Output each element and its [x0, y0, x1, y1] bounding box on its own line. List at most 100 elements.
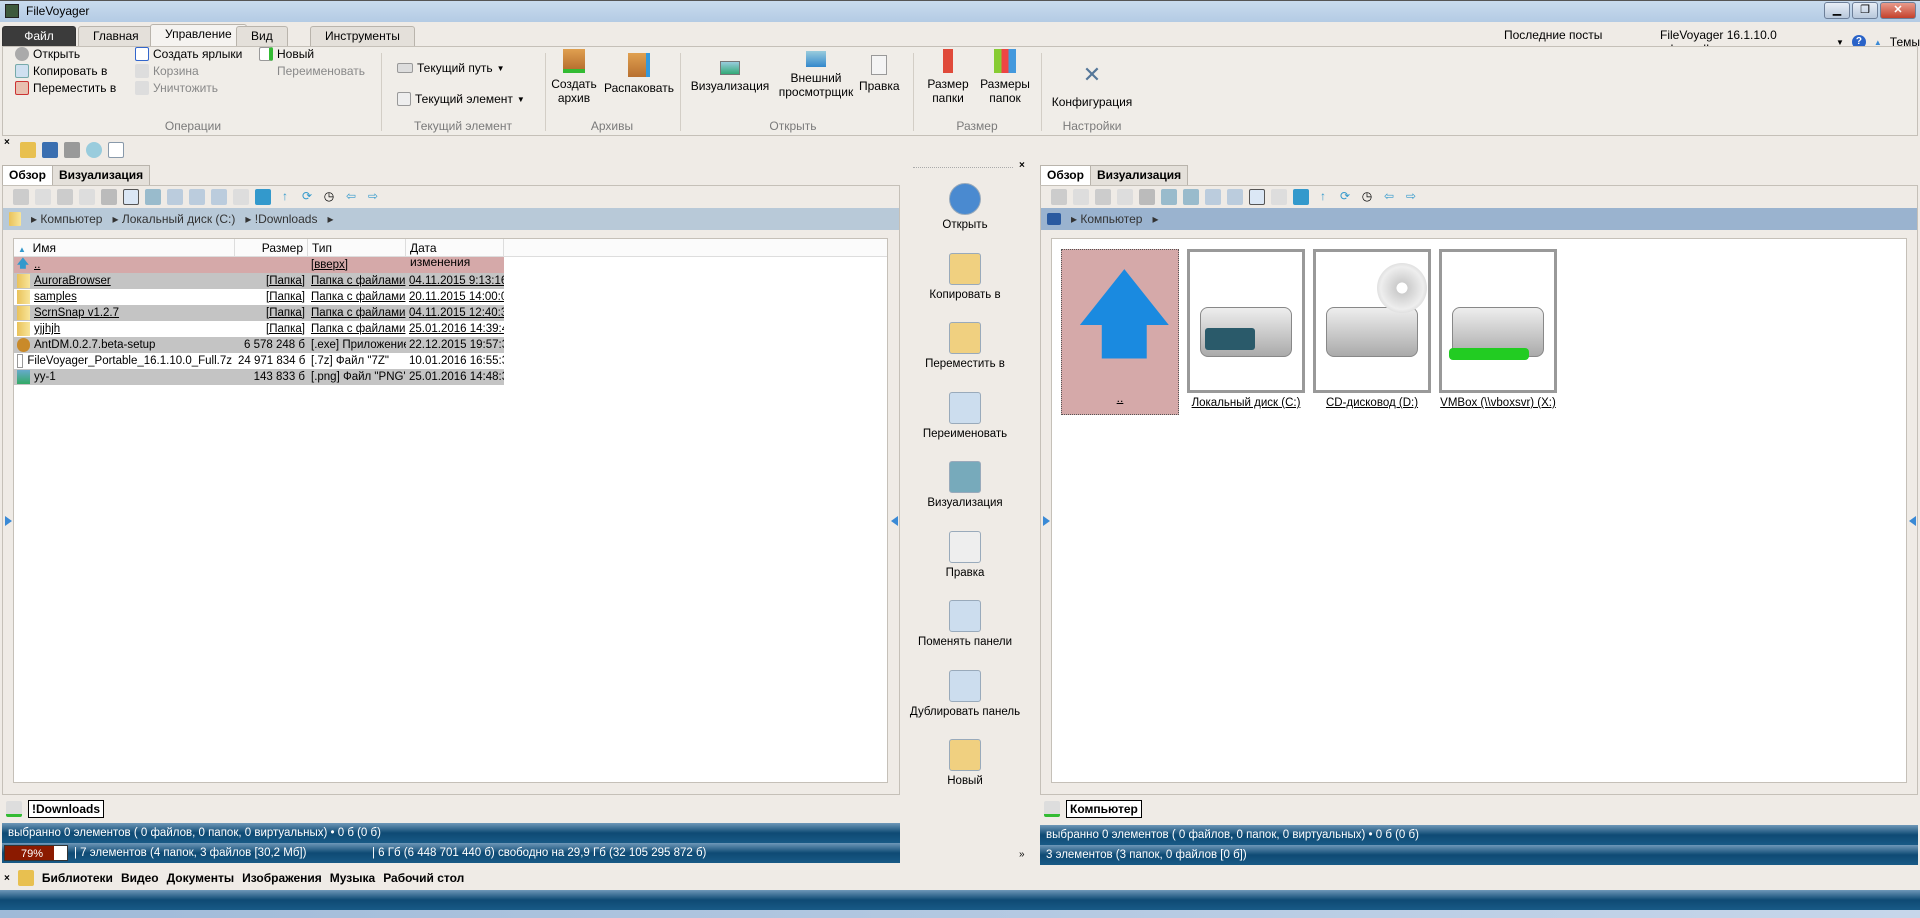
current-path-dropdown[interactable]: Текущий путь ▼ — [397, 61, 505, 75]
external-viewer-button[interactable]: Внешний просмотрщик — [775, 51, 857, 99]
column-date[interactable]: Дата изменения — [406, 239, 504, 269]
column-size[interactable]: Размер — [235, 239, 308, 256]
command-gears[interactable]: Открыть — [905, 183, 1025, 231]
breadcrumb-item[interactable]: ▸ !Downloads — [245, 212, 317, 226]
current-element-dropdown[interactable]: Текущий элемент ▼ — [397, 92, 525, 106]
medium-icons-view-icon[interactable] — [189, 189, 205, 205]
folder-size-button[interactable]: Размер папки — [923, 49, 973, 105]
restore-button[interactable]: ❐ — [1852, 2, 1878, 19]
large-icons-view-icon[interactable] — [211, 189, 227, 205]
destroy-button[interactable]: Уничтожить — [135, 81, 218, 95]
link-3[interactable]: Изображения — [242, 871, 322, 885]
move-to-button[interactable]: Переместить в — [15, 81, 116, 95]
tab-view[interactable]: Вид — [236, 26, 288, 46]
command-move-to[interactable]: Переместить в — [905, 322, 1025, 370]
paste-shortcut-icon[interactable] — [1117, 189, 1133, 205]
table-row[interactable]: FileVoyager_Portable_16.1.10.0_Full.7z 2… — [14, 353, 504, 369]
table-row[interactable]: samples [Папка] Папка с файлами 20.11.20… — [14, 289, 504, 305]
new-tab-icon[interactable] — [6, 801, 22, 817]
command-copy-to[interactable]: Копировать в — [905, 252, 1025, 301]
network-icon[interactable] — [86, 142, 102, 158]
refresh-icon[interactable]: ⟳ — [1337, 189, 1353, 205]
tab-tools[interactable]: Инструменты — [310, 26, 415, 46]
edit-button[interactable]: Правка — [859, 55, 900, 93]
link-5[interactable]: Рабочий стол — [383, 871, 464, 885]
breadcrumb-item[interactable]: ▸ Компьютер — [1071, 212, 1142, 226]
drive-tile[interactable]: VMBox (\\vboxsvr) (X:) — [1439, 249, 1581, 419]
tab-downloads[interactable]: !Downloads — [28, 800, 104, 818]
tab-overview[interactable]: Обзор — [1040, 165, 1091, 185]
close-icon[interactable]: × — [4, 873, 10, 884]
command-visualize[interactable]: Визуализация — [905, 461, 1025, 509]
command-duplicate-panel[interactable]: Дублировать панель — [905, 669, 1025, 718]
rename-button[interactable]: Переименовать — [259, 64, 365, 78]
configuration-button[interactable]: ✕ Конфигурация — [1047, 63, 1137, 110]
create-shortcuts-button[interactable]: Создать ярлыки — [135, 47, 242, 61]
breadcrumb-chevron-icon[interactable]: ▸ — [1152, 212, 1158, 226]
link-4[interactable]: Музыка — [330, 871, 375, 885]
drive-tile[interactable]: 🡅 .. — [1061, 249, 1203, 419]
list-view-icon[interactable] — [1183, 189, 1199, 205]
column-name[interactable]: ▲ Имя — [14, 239, 235, 256]
tab-visualization[interactable]: Визуализация — [1090, 165, 1189, 185]
details-view-icon[interactable] — [1161, 189, 1177, 205]
trash-button[interactable]: Корзина — [135, 64, 199, 78]
refresh-icon[interactable]: ⟳ — [299, 189, 315, 205]
details-view-icon[interactable] — [123, 189, 139, 205]
close-toolbar-icon[interactable]: × — [4, 137, 10, 148]
paste-icon[interactable] — [1095, 189, 1111, 205]
table-row[interactable]: 🡅.. [вверх] — [14, 257, 504, 273]
up-icon[interactable]: ↑ — [1315, 189, 1331, 205]
small-icons-view-icon[interactable] — [1205, 189, 1221, 205]
link-0[interactable]: Библиотеки — [42, 871, 113, 885]
table-row[interactable]: yjjhjh [Папка] Папка с файлами 25.01.201… — [14, 321, 504, 337]
expand-left-icon[interactable] — [1043, 516, 1050, 526]
link-1[interactable]: Видео — [121, 871, 159, 885]
drive-icon[interactable] — [64, 142, 80, 158]
expand-left-icon[interactable] — [5, 516, 12, 526]
breadcrumb-chevron-icon[interactable]: ▸ — [327, 212, 333, 226]
paste-shortcut-icon[interactable] — [79, 189, 95, 205]
link-2[interactable]: Документы — [167, 871, 234, 885]
extract-button[interactable]: Распаковать — [601, 53, 677, 95]
tab-manage[interactable]: Управление — [150, 24, 247, 46]
up-icon[interactable]: ↑ — [277, 189, 293, 205]
create-archive-button[interactable]: Создать архив — [551, 49, 597, 105]
command-rename[interactable]: Переименовать — [905, 391, 1025, 440]
command-swap-panels[interactable]: Поменять панели — [905, 600, 1025, 648]
cut-icon[interactable] — [1051, 189, 1067, 205]
forward-icon[interactable]: ⇨ — [1403, 189, 1419, 205]
libraries-icon[interactable] — [20, 142, 36, 158]
copy-icon[interactable] — [1073, 189, 1089, 205]
tab-overview[interactable]: Обзор — [2, 165, 53, 185]
close-button[interactable]: ✕ — [1880, 2, 1916, 19]
new-tab-icon[interactable] — [1044, 801, 1060, 817]
table-row[interactable]: AuroraBrowser [Папка] Папка с файлами 04… — [14, 273, 504, 289]
tab-computer[interactable]: Компьютер — [1066, 800, 1142, 818]
tab-home[interactable]: Главная — [78, 26, 154, 46]
forward-icon[interactable]: ⇨ — [365, 189, 381, 205]
collapse-right-icon[interactable] — [1909, 516, 1916, 526]
copy-to-button[interactable]: Копировать в — [15, 64, 107, 78]
open-button[interactable]: Открыть — [15, 47, 80, 61]
table-row[interactable]: yy-1 143 833 б [.png] Файл "PNG" 25.01.2… — [14, 369, 504, 385]
document-icon[interactable] — [108, 142, 124, 158]
list-view-icon[interactable] — [145, 189, 161, 205]
copy-icon[interactable] — [35, 189, 51, 205]
root-icon[interactable] — [1293, 189, 1309, 205]
breadcrumb-item[interactable]: ▸ Локальный диск (C:) — [112, 212, 235, 226]
tab-file[interactable]: Файл — [2, 26, 76, 46]
drive-tile[interactable]: CD-дисковод (D:) — [1313, 249, 1455, 419]
medium-icons-view-icon[interactable] — [1227, 189, 1243, 205]
table-row[interactable]: AntDM.0.2.7.beta-setup 6 578 248 б [.exe… — [14, 337, 504, 353]
cut-icon[interactable] — [13, 189, 29, 205]
history-icon[interactable]: ◷ — [1359, 189, 1375, 205]
new-button[interactable]: Новый — [259, 47, 314, 61]
chart-view-icon[interactable] — [233, 189, 249, 205]
more-icon[interactable]: » — [1019, 849, 1025, 860]
delete-icon[interactable] — [101, 189, 117, 205]
folders-sizes-button[interactable]: Размеры папок — [977, 49, 1033, 105]
breadcrumb-item[interactable]: ▸ Компьютер — [31, 212, 102, 226]
command-new-folder[interactable]: Новый — [905, 739, 1025, 787]
back-icon[interactable]: ⇦ — [343, 189, 359, 205]
